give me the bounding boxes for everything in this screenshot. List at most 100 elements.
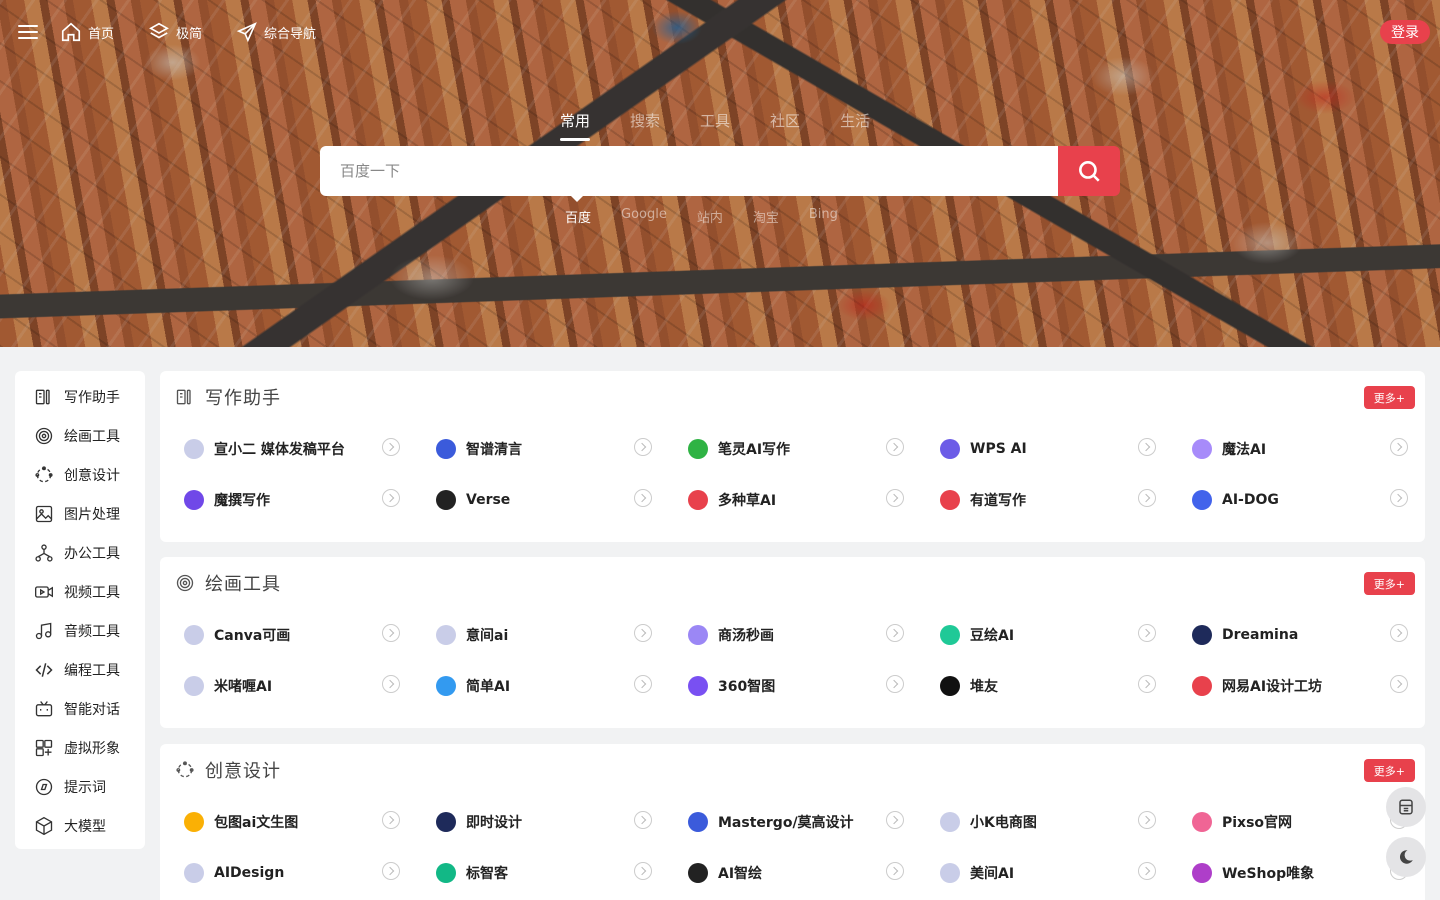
tab-life[interactable]: 生活 [840, 110, 870, 139]
calculator-button[interactable] [1386, 787, 1426, 827]
tool-link[interactable]: 标智客 [424, 847, 676, 898]
sidebar-item-audio[interactable]: 音频工具 [15, 611, 145, 650]
tab-common[interactable]: 常用 [560, 110, 591, 141]
more-button[interactable]: 更多+ [1363, 759, 1415, 782]
tool-link[interactable]: 包图ai文生图 [172, 796, 424, 847]
chevron-right-icon[interactable] [1390, 489, 1408, 507]
chevron-right-icon[interactable] [382, 438, 400, 456]
tool-link[interactable]: 商汤秒画 [676, 609, 928, 660]
chevron-right-icon[interactable] [1138, 862, 1156, 880]
tool-link[interactable]: 智谱清言 [424, 423, 676, 474]
nav-home[interactable]: 首页 [60, 18, 114, 46]
tool-link[interactable]: Verse [424, 474, 676, 525]
tool-link[interactable]: 笔灵AI写作 [676, 423, 928, 474]
search-button[interactable] [1058, 146, 1120, 196]
tab-search[interactable]: 搜索 [630, 110, 660, 139]
chevron-right-icon[interactable] [382, 675, 400, 693]
tool-label: 商汤秒画 [718, 627, 774, 644]
tool-link[interactable]: 魔撰写作 [172, 474, 424, 525]
sidebar-item-coding[interactable]: 编程工具 [15, 650, 145, 689]
tool-link[interactable]: WPS AI [928, 423, 1180, 474]
chevron-right-icon[interactable] [634, 624, 652, 642]
nav-home-label: 首页 [88, 26, 115, 42]
sidebar-item-office[interactable]: 办公工具 [15, 533, 145, 572]
tool-link[interactable]: 意间ai [424, 609, 676, 660]
sidebar-item-writing[interactable]: 写作助手 [15, 377, 145, 416]
chevron-right-icon[interactable] [1138, 675, 1156, 693]
chevron-right-icon[interactable] [1390, 624, 1408, 642]
tool-link[interactable]: 即时设计 [424, 796, 676, 847]
engine-google[interactable]: Google [621, 207, 667, 226]
sidebar-item-avatar[interactable]: 虚拟形象 [15, 728, 145, 767]
tab-tools[interactable]: 工具 [700, 110, 730, 139]
tool-label: 米啫喱AI [214, 678, 273, 695]
chevron-right-icon[interactable] [886, 489, 904, 507]
tool-link[interactable]: 美间AI [928, 847, 1180, 898]
dark-mode-button[interactable] [1386, 837, 1426, 877]
sidebar-item-image[interactable]: 图片处理 [15, 494, 145, 533]
engine-site[interactable]: 站内 [697, 207, 723, 226]
tool-link[interactable]: AI-DOG [1180, 474, 1432, 525]
chevron-right-icon[interactable] [382, 489, 400, 507]
login-button[interactable]: 登录 [1380, 20, 1430, 44]
tool-link[interactable]: 小K电商图 [928, 796, 1180, 847]
chevron-right-icon[interactable] [1138, 438, 1156, 456]
avatar-icon [35, 739, 53, 756]
calculator-icon [1399, 799, 1413, 815]
chevron-right-icon[interactable] [886, 811, 904, 829]
sidebar-item-painting[interactable]: 绘画工具 [15, 416, 145, 455]
chevron-right-icon[interactable] [634, 862, 652, 880]
sidebar-item-design[interactable]: 创意设计 [15, 455, 145, 494]
tool-link[interactable]: 简单AI [424, 660, 676, 711]
section-title: 写作助手 [205, 388, 281, 409]
engine-bing[interactable]: Bing [809, 207, 838, 226]
sidebar-item-video[interactable]: 视频工具 [15, 572, 145, 611]
tool-link[interactable]: 360智图 [676, 660, 928, 711]
tool-link[interactable]: 宣小二 媒体发稿平台 [172, 423, 424, 474]
tool-link[interactable]: 魔法AI [1180, 423, 1432, 474]
code-icon [35, 662, 53, 677]
chevron-right-icon[interactable] [382, 862, 400, 880]
tool-link[interactable]: 网易AI设计工坊 [1180, 660, 1432, 711]
chevron-right-icon[interactable] [382, 811, 400, 829]
sidebar-item-prompt[interactable]: 提示词 [15, 767, 145, 806]
more-button[interactable]: 更多+ [1363, 572, 1415, 595]
nav-minimal[interactable]: 极简 [148, 18, 202, 46]
tool-link[interactable]: AIDesign [172, 847, 424, 898]
tool-link[interactable]: 多种草AI [676, 474, 928, 525]
chevron-right-icon[interactable] [1390, 675, 1408, 693]
engine-baidu[interactable]: 百度 [565, 207, 591, 226]
chevron-right-icon[interactable] [886, 624, 904, 642]
tool-link[interactable]: Mastergo/莫高设计 [676, 796, 928, 847]
tab-community[interactable]: 社区 [770, 110, 800, 139]
tool-link[interactable]: 豆绘AI [928, 609, 1180, 660]
menu-icon[interactable] [18, 22, 38, 42]
chevron-right-icon[interactable] [886, 675, 904, 693]
chevron-right-icon[interactable] [634, 675, 652, 693]
tool-label: AIDesign [214, 864, 285, 881]
chevron-right-icon[interactable] [1390, 438, 1408, 456]
nav-general[interactable]: 综合导航 [236, 18, 316, 46]
tool-logo-icon [184, 624, 204, 645]
tool-link[interactable]: Dreamina [1180, 609, 1432, 660]
chevron-right-icon[interactable] [634, 811, 652, 829]
chevron-right-icon[interactable] [1138, 624, 1156, 642]
chevron-right-icon[interactable] [886, 862, 904, 880]
chevron-right-icon[interactable] [634, 438, 652, 456]
more-button[interactable]: 更多+ [1363, 386, 1415, 409]
sidebar-item-chat[interactable]: 智能对话 [15, 689, 145, 728]
tool-link[interactable]: Canva可画 [172, 609, 424, 660]
chevron-right-icon[interactable] [634, 489, 652, 507]
tool-link[interactable]: 米啫喱AI [172, 660, 424, 711]
section-title: 创意设计 [205, 761, 281, 782]
engine-taobao[interactable]: 淘宝 [753, 207, 779, 226]
chevron-right-icon[interactable] [1138, 489, 1156, 507]
search-input[interactable] [320, 146, 1058, 196]
sidebar-item-llm[interactable]: 大模型 [15, 806, 145, 845]
chevron-right-icon[interactable] [1138, 811, 1156, 829]
chevron-right-icon[interactable] [886, 438, 904, 456]
chevron-right-icon[interactable] [382, 624, 400, 642]
tool-link[interactable]: 堆友 [928, 660, 1180, 711]
tool-link[interactable]: 有道写作 [928, 474, 1180, 525]
tool-link[interactable]: AI智绘 [676, 847, 928, 898]
